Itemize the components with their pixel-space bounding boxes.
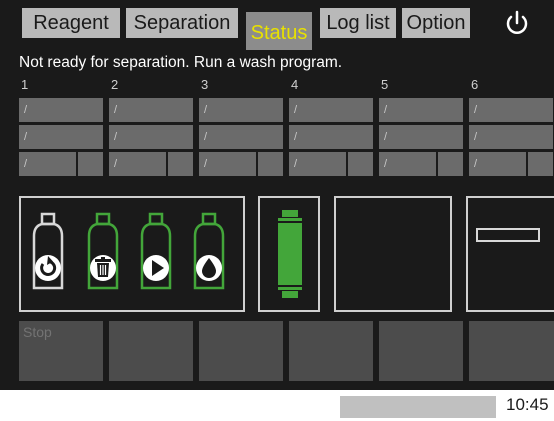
channel-row[interactable]: / <box>199 98 283 122</box>
tab-bar: Reagent Separation Status Log list Optio… <box>0 0 554 50</box>
channel-row[interactable]: / <box>469 125 553 149</box>
channel-row[interactable]: / <box>19 98 103 122</box>
channel-row-extra[interactable] <box>528 152 553 176</box>
tab-separation[interactable]: Separation <box>126 8 238 38</box>
channel-row[interactable]: / <box>379 98 463 122</box>
channel-number: 6 <box>471 77 479 92</box>
channel-row[interactable]: / <box>379 152 436 176</box>
clock: 10:45 <box>506 395 549 414</box>
channel-row[interactable]: / <box>469 98 553 122</box>
tab-status[interactable]: Status <box>246 12 312 50</box>
channel-row[interactable]: / <box>199 125 283 149</box>
control-button-4[interactable] <box>289 321 373 381</box>
rack-panel[interactable] <box>466 196 554 312</box>
status-message: Not ready for separation. Run a wash pro… <box>19 54 343 71</box>
tab-log-list[interactable]: Log list <box>320 8 396 38</box>
power-icon[interactable] <box>500 8 534 38</box>
control-button-2[interactable] <box>109 321 193 381</box>
sample-panel[interactable] <box>334 196 452 312</box>
control-button-6[interactable] <box>469 321 554 381</box>
waste-bottle[interactable] <box>81 212 125 292</box>
channel-row-extra[interactable] <box>348 152 373 176</box>
stop-button[interactable]: Stop <box>19 321 103 381</box>
channel-row[interactable]: / <box>199 152 256 176</box>
channel-row[interactable]: / <box>19 152 76 176</box>
channel-row[interactable]: / <box>469 152 526 176</box>
instrument-screen: Reagent Separation Status Log list Optio… <box>0 0 554 390</box>
channel-row[interactable]: / <box>109 152 166 176</box>
channel-number: 4 <box>291 77 299 92</box>
tab-option[interactable]: Option <box>402 8 470 38</box>
channel-row-extra[interactable] <box>168 152 193 176</box>
channel-row[interactable]: / <box>379 125 463 149</box>
channel-row[interactable]: / <box>289 125 373 149</box>
progress-bar <box>340 396 496 418</box>
channel-number: 2 <box>111 77 119 92</box>
channel-number: 1 <box>21 77 29 92</box>
channel-row[interactable]: / <box>109 125 193 149</box>
channel-row[interactable]: / <box>19 125 103 149</box>
reagent-bottle[interactable] <box>187 212 231 292</box>
channel-row[interactable]: / <box>289 152 346 176</box>
channel-number: 5 <box>381 77 389 92</box>
slot-icon <box>476 228 540 242</box>
cartridge-panel[interactable] <box>258 196 320 312</box>
channel-row[interactable]: / <box>109 98 193 122</box>
channel-row-extra[interactable] <box>258 152 283 176</box>
channel-row-extra[interactable] <box>438 152 463 176</box>
cartridge-icon <box>278 210 302 298</box>
run-bottle[interactable] <box>134 212 178 292</box>
tab-reagent[interactable]: Reagent <box>22 8 120 38</box>
control-button-3[interactable] <box>199 321 283 381</box>
bottle-panel[interactable] <box>19 196 245 312</box>
control-button-5[interactable] <box>379 321 463 381</box>
channel-row-extra[interactable] <box>78 152 103 176</box>
channel-number: 3 <box>201 77 209 92</box>
channel-row[interactable]: / <box>289 98 373 122</box>
wash-bottle-refresh[interactable] <box>26 212 70 292</box>
